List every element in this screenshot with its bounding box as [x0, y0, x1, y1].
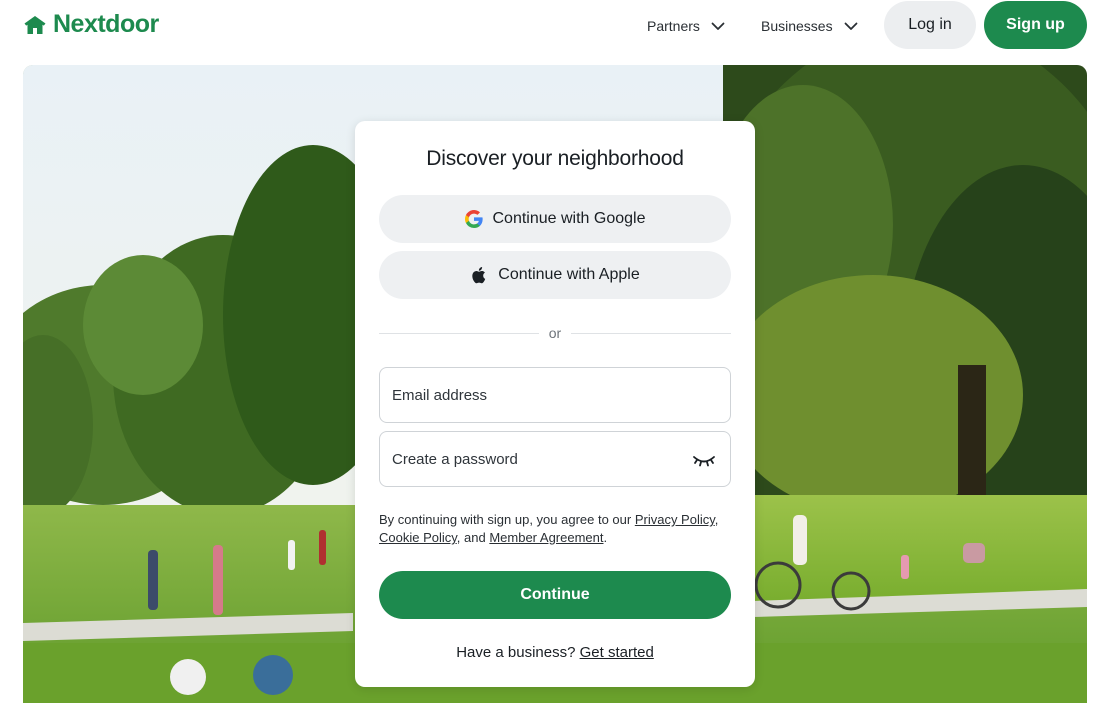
- continue-with-apple-button[interactable]: Continue with Apple: [379, 251, 731, 299]
- top-navigation: Nextdoor Partners Businesses Log in Sign…: [0, 0, 1111, 56]
- continue-with-google-button[interactable]: Continue with Google: [379, 195, 731, 243]
- divider-line: [571, 333, 731, 334]
- legal-separator: ,: [714, 512, 719, 527]
- legal-disclaimer: By continuing with sign up, you agree to…: [379, 511, 731, 547]
- get-started-link[interactable]: Get started: [580, 644, 654, 661]
- continue-button[interactable]: Continue: [379, 571, 731, 619]
- house-icon: [24, 15, 46, 34]
- password-field-container: [379, 431, 731, 487]
- privacy-policy-link[interactable]: Privacy Policy: [635, 512, 715, 527]
- brand-logo-link[interactable]: Nextdoor: [23, 10, 159, 39]
- nav-businesses-menu[interactable]: Businesses: [761, 14, 859, 38]
- password-input[interactable]: [380, 432, 730, 486]
- nav-partners-menu[interactable]: Partners: [647, 14, 726, 38]
- legal-suffix: .: [603, 530, 608, 545]
- email-field-container: [379, 367, 731, 423]
- legal-separator: , and: [456, 530, 490, 545]
- eye-closed-icon[interactable]: [692, 450, 716, 470]
- apple-button-label: Continue with Apple: [498, 266, 640, 283]
- google-icon: [464, 210, 483, 228]
- member-agreement-link[interactable]: Member Agreement: [489, 530, 603, 545]
- business-prompt-text: Have a business?: [456, 644, 576, 661]
- business-prompt: Have a business? Get started: [355, 644, 755, 661]
- nav-partners-label: Partners: [647, 18, 700, 34]
- legal-prefix: By continuing with sign up, you agree to…: [379, 512, 635, 527]
- card-title: Discover your neighborhood: [426, 147, 684, 170]
- cookie-policy-link[interactable]: Cookie Policy: [379, 530, 457, 545]
- email-input[interactable]: [380, 368, 730, 422]
- brand-name: Nextdoor: [53, 10, 159, 38]
- chevron-down-icon: [711, 22, 725, 30]
- apple-icon: [472, 267, 486, 284]
- signup-card: Discover your neighborhood Continue with…: [355, 121, 755, 687]
- nav-businesses-label: Businesses: [761, 18, 833, 34]
- google-button-label: Continue with Google: [492, 210, 646, 227]
- login-button[interactable]: Log in: [884, 1, 976, 49]
- signup-button[interactable]: Sign up: [984, 1, 1087, 49]
- chevron-down-icon: [844, 22, 857, 30]
- or-divider: or: [379, 325, 731, 343]
